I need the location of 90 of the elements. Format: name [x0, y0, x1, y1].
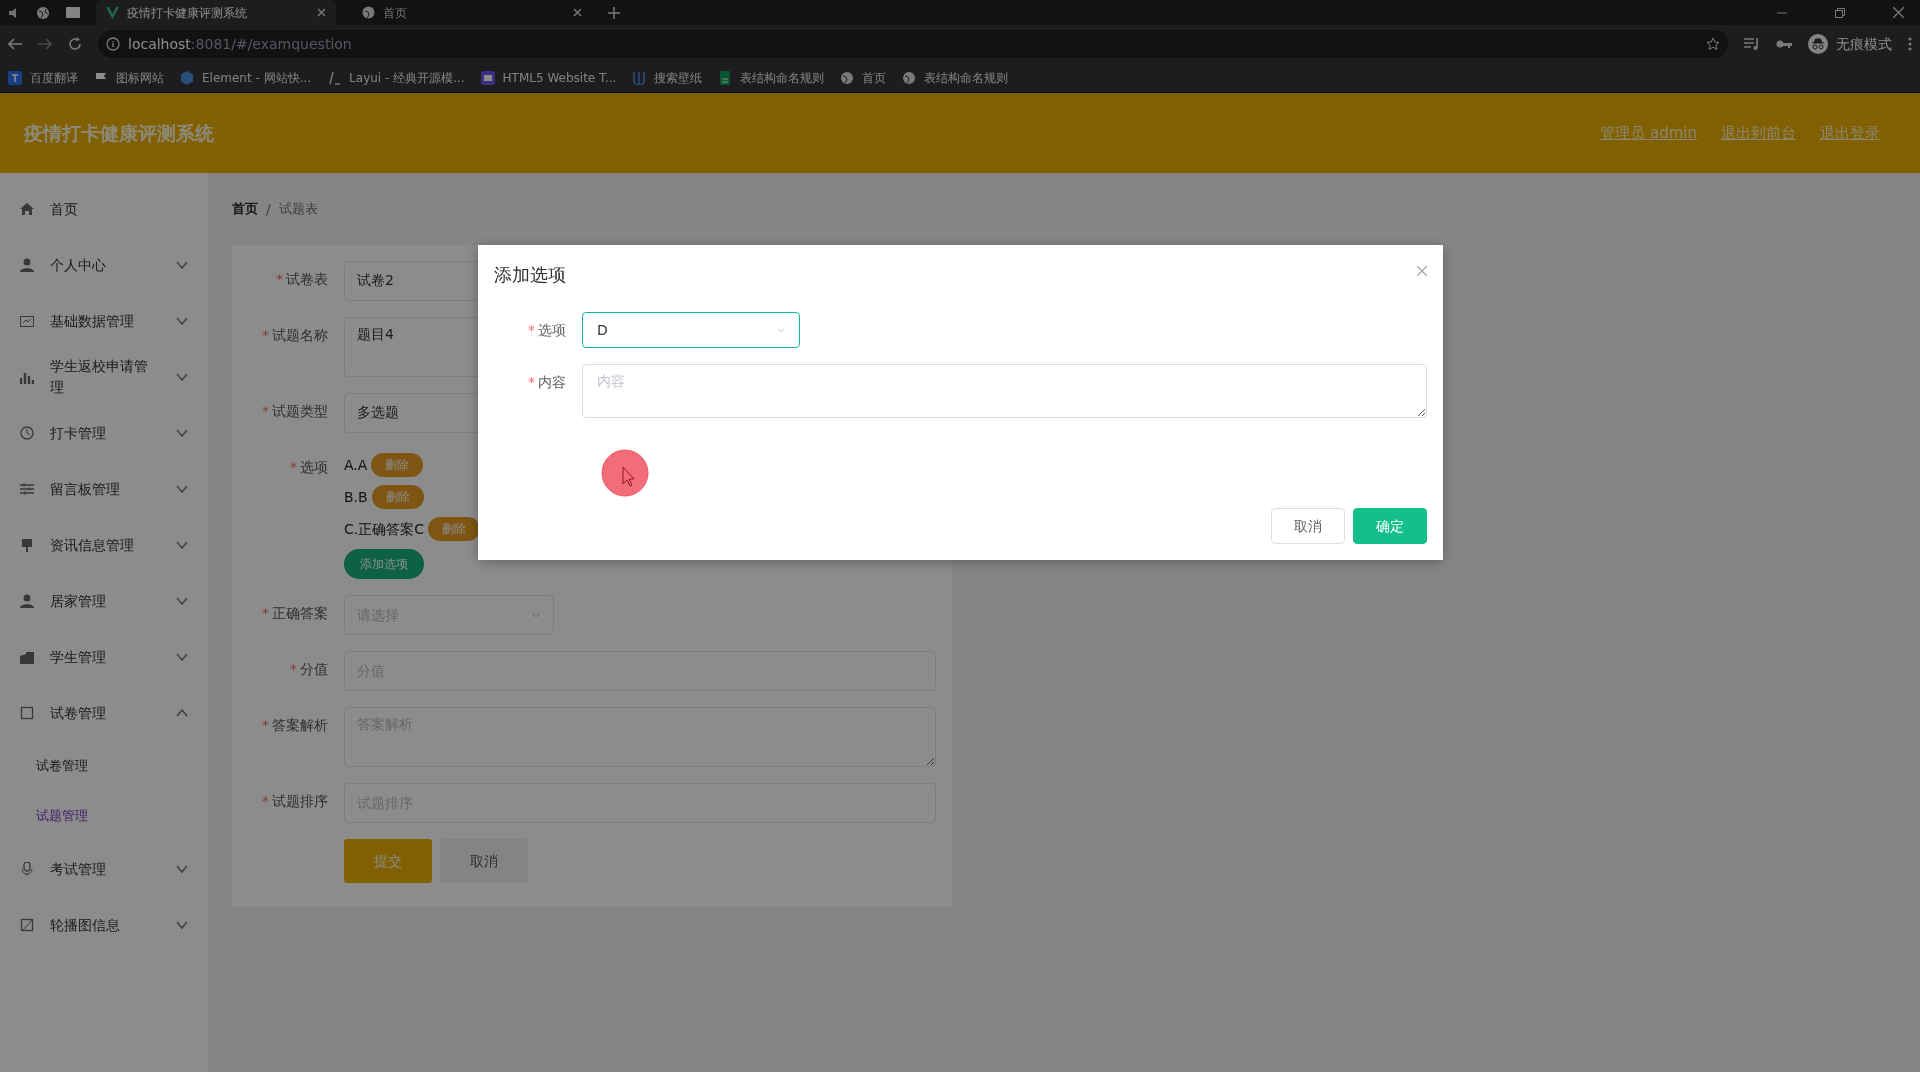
sidebar-item[interactable]: 留言板管理	[0, 461, 208, 517]
globe-icon	[902, 70, 917, 85]
profile-label: 无痕模式	[1836, 34, 1892, 54]
reload-icon[interactable]	[68, 37, 82, 51]
bookmark[interactable]: Layui - 经典开源模...	[327, 68, 465, 87]
sidebar-item[interactable]: 首页	[0, 181, 208, 237]
globe-icon	[362, 6, 375, 19]
slash-square-icon	[20, 918, 34, 932]
bookmark[interactable]: HTML5 Website T...	[480, 68, 617, 87]
chevron-icon	[777, 327, 785, 333]
key-icon[interactable]	[1776, 39, 1792, 49]
sidebar-item[interactable]: 居家管理	[0, 573, 208, 629]
field-label: * 选项	[289, 458, 328, 477]
field-label: * 试卷表	[275, 270, 328, 289]
field-label: * 试题类型	[261, 402, 328, 421]
sidebar-subitem[interactable]: 试卷管理	[0, 741, 208, 791]
sidebar-item[interactable]: 轮播图信息	[0, 897, 208, 953]
bookmark[interactable]: 表结构命名规则	[902, 68, 1009, 87]
close-icon[interactable]	[1893, 7, 1904, 18]
globe-icon	[840, 70, 855, 85]
back-icon[interactable]	[8, 38, 22, 50]
plus-icon[interactable]	[608, 6, 620, 19]
click-indicator-icon	[601, 449, 649, 497]
bookmark[interactable]: 百度翻译	[8, 68, 78, 87]
microphone-icon	[20, 862, 34, 876]
u-icon	[632, 70, 647, 85]
window-icon	[480, 70, 495, 85]
breadcrumb-current: 试题表	[278, 200, 318, 219]
address-bar[interactable]: localhost:8081/#/examquestion	[98, 30, 1728, 58]
option-text: A.A	[344, 455, 368, 475]
close-icon[interactable]	[573, 8, 582, 17]
field-label: * 内容	[527, 373, 566, 392]
sidebar-item[interactable]: 学生返校申请管理	[0, 349, 208, 405]
browser-tab[interactable]: 疫情打卡健康评测系统	[96, 0, 336, 25]
translate-icon	[8, 70, 22, 85]
bookmark[interactable]: 搜索壁纸	[632, 68, 703, 87]
square-icon	[20, 706, 34, 720]
sign-icon	[20, 538, 34, 552]
text-area[interactable]: 内容	[582, 364, 1427, 418]
sidebar-item[interactable]: 试卷管理	[0, 685, 208, 741]
field-label: * 答案解析	[261, 716, 328, 735]
hexagon-icon	[180, 70, 194, 85]
field-label: * 分值	[289, 660, 328, 679]
person-icon	[20, 594, 34, 608]
bookmark[interactable]: 首页	[840, 68, 887, 87]
sidebar-item[interactable]: 资讯信息管理	[0, 517, 208, 573]
home-icon	[20, 202, 34, 216]
cancel-button[interactable]: 取消	[1271, 508, 1345, 544]
v-logo-icon	[106, 6, 119, 19]
field-label: * 正确答案	[261, 604, 328, 623]
breadcrumb-link[interactable]: 首页	[232, 199, 258, 219]
folder-icon	[20, 650, 34, 664]
clock-icon	[20, 426, 34, 440]
field-label: * 选项	[527, 321, 566, 340]
more-icon[interactable]	[1908, 37, 1912, 51]
playlist-icon[interactable]	[1744, 37, 1760, 51]
sidebar-item[interactable]: 学生管理	[0, 629, 208, 685]
sidebar-item[interactable]: 个人中心	[0, 237, 208, 293]
chart-frame-icon	[20, 314, 34, 328]
incognito-icon[interactable]	[1808, 34, 1828, 54]
star-icon[interactable]	[1706, 37, 1720, 51]
sidebar-item[interactable]: 考试管理	[0, 841, 208, 897]
bookmark[interactable]: 图标网站	[94, 68, 164, 87]
close-icon	[1417, 266, 1427, 276]
globe-icon[interactable]	[36, 5, 50, 20]
confirm-button[interactable]: 确定	[1353, 508, 1427, 544]
browser-tab[interactable]: 首页	[352, 0, 592, 25]
cancel-button[interactable]: 取消	[440, 839, 528, 883]
sidebar-item[interactable]: 打卡管理	[0, 405, 208, 461]
option-text: C.正确答案C	[344, 519, 424, 539]
select-field[interactable]: D	[582, 312, 800, 348]
close-icon[interactable]	[317, 8, 326, 17]
field-label: * 试题排序	[261, 792, 328, 811]
dialog-title: 添加选项	[494, 263, 566, 287]
url-text: localhost:8081/#/examquestion	[128, 34, 352, 54]
restore-icon[interactable]	[1835, 7, 1845, 18]
option-text: B.B	[344, 487, 368, 507]
sidebar-item[interactable]: 基础数据管理	[0, 293, 208, 349]
bookmark[interactable]: Element - 网站快...	[180, 68, 312, 87]
info-icon	[106, 37, 120, 51]
sidebar-subitem[interactable]: 试题管理	[0, 791, 208, 841]
app-title: 疫情打卡健康评测系统	[24, 120, 214, 146]
sheet-icon	[718, 70, 733, 85]
field-label: * 试题名称	[261, 326, 328, 345]
breadcrumb-separator: /	[266, 199, 271, 219]
person-icon	[20, 258, 34, 272]
sliders-icon	[20, 482, 34, 496]
chevron-icon	[531, 612, 541, 618]
bar-chart-icon	[20, 370, 34, 384]
bookmark[interactable]: 表结构命名规则	[718, 68, 825, 87]
